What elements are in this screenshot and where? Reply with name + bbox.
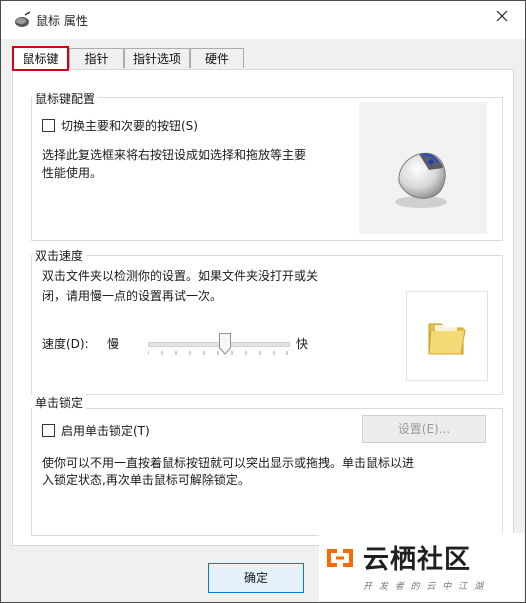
watermark-slogan: 开 发 者 的 云 中 江 湖 xyxy=(363,582,486,592)
tab-label: 硬件 xyxy=(204,52,229,66)
tab-label: 指针 xyxy=(84,52,109,66)
click-lock-desc-line2: 入锁定状态,再次单击鼠标可解除锁定。 xyxy=(42,473,250,487)
tab-label: 鼠标键 xyxy=(22,52,59,66)
tab-pointers[interactable]: 指针 xyxy=(69,48,124,68)
tab-mouse-buttons[interactable]: 鼠标键 xyxy=(12,46,69,71)
tab-hardware[interactable]: 硬件 xyxy=(190,48,244,68)
button-config-title: 鼠标键配置 xyxy=(32,90,99,107)
settings-button-label: 设置(E)... xyxy=(397,422,451,436)
switch-buttons-label[interactable]: 切换主要和次要的按钮(S) xyxy=(61,117,198,134)
speed-label: 速度(D): xyxy=(42,337,89,351)
speed-slider-ticks xyxy=(148,351,288,355)
button-config-desc-line2: 性能使用。 xyxy=(42,166,103,180)
mouse-illustration-box xyxy=(359,102,487,234)
watermark: 云栖社区 开 发 者 的 云 中 江 湖 xyxy=(319,533,524,601)
button-config-desc-line1: 选择此复选框来将右按钮设成如选择和拖放等主要 xyxy=(42,148,307,162)
click-lock-label[interactable]: 启用单击锁定(T) xyxy=(61,422,150,439)
window-title: 鼠标 属性 xyxy=(36,14,88,28)
folder-icon xyxy=(428,323,466,355)
double-click-title: 双击速度 xyxy=(32,247,87,264)
mouse-properties-window: 鼠标 属性 鼠标键 指针 指针选项 硬件 鼠标键配置 切换主要和次要的按钮(S)… xyxy=(0,0,526,603)
fast-label: 快 xyxy=(296,337,309,351)
close-button[interactable] xyxy=(479,1,525,31)
double-click-desc-line1: 双击文件夹以检测你的设置。如果文件夹没打开或关 xyxy=(42,269,319,283)
test-folder-area[interactable] xyxy=(406,291,488,381)
mouse-pointer-title-icon xyxy=(15,11,31,27)
close-icon xyxy=(496,10,508,22)
ok-button[interactable]: 确定 xyxy=(208,563,304,593)
aliyun-logo-icon xyxy=(327,549,353,567)
speed-slider-thumb[interactable] xyxy=(219,333,231,355)
ok-button-label: 确定 xyxy=(243,571,268,585)
slow-label: 慢 xyxy=(107,337,120,351)
double-click-desc-line2: 闭，请用慢一点的设置再试一次。 xyxy=(42,289,223,303)
click-lock-title: 单击锁定 xyxy=(32,394,87,411)
title-bar: 鼠标 属性 xyxy=(1,1,525,39)
tab-pointer-options[interactable]: 指针选项 xyxy=(124,48,190,68)
tab-label: 指针选项 xyxy=(132,52,181,66)
click-lock-settings-button[interactable]: 设置(E)... xyxy=(362,415,486,443)
mouse-illustration-icon xyxy=(395,152,447,208)
switch-buttons-checkbox[interactable] xyxy=(42,119,55,132)
click-lock-checkbox[interactable] xyxy=(42,424,55,437)
watermark-brand: 云栖社区 xyxy=(363,545,472,575)
